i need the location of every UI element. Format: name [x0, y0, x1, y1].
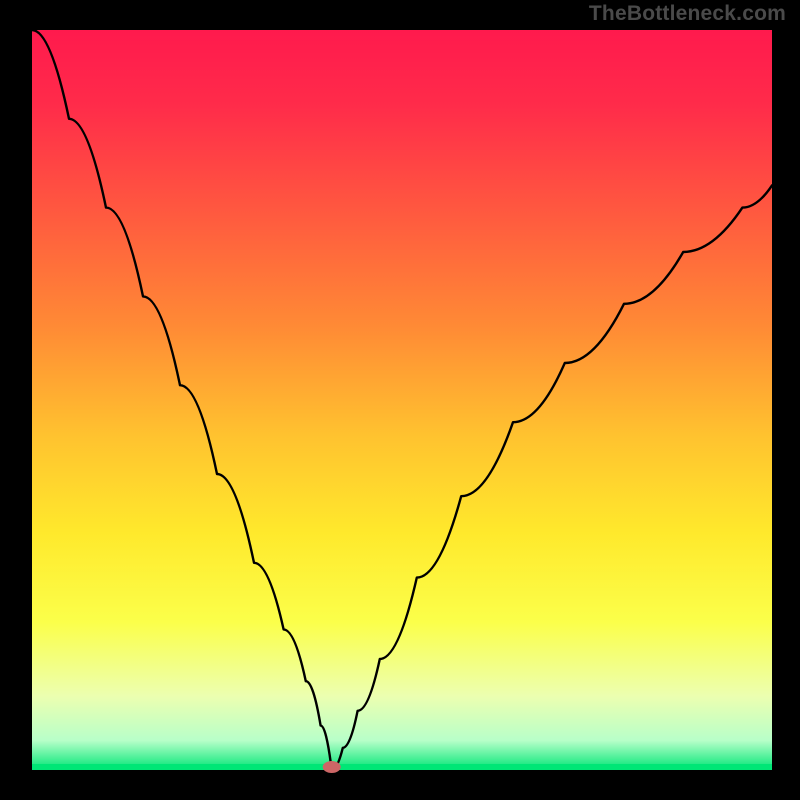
- plot-background: [32, 30, 772, 770]
- green-baseline-strip: [32, 764, 772, 770]
- minimum-marker: [323, 761, 341, 773]
- watermark-text: TheBottleneck.com: [589, 2, 786, 26]
- chart-stage: TheBottleneck.com: [0, 0, 800, 800]
- bottleneck-chart: [0, 0, 800, 800]
